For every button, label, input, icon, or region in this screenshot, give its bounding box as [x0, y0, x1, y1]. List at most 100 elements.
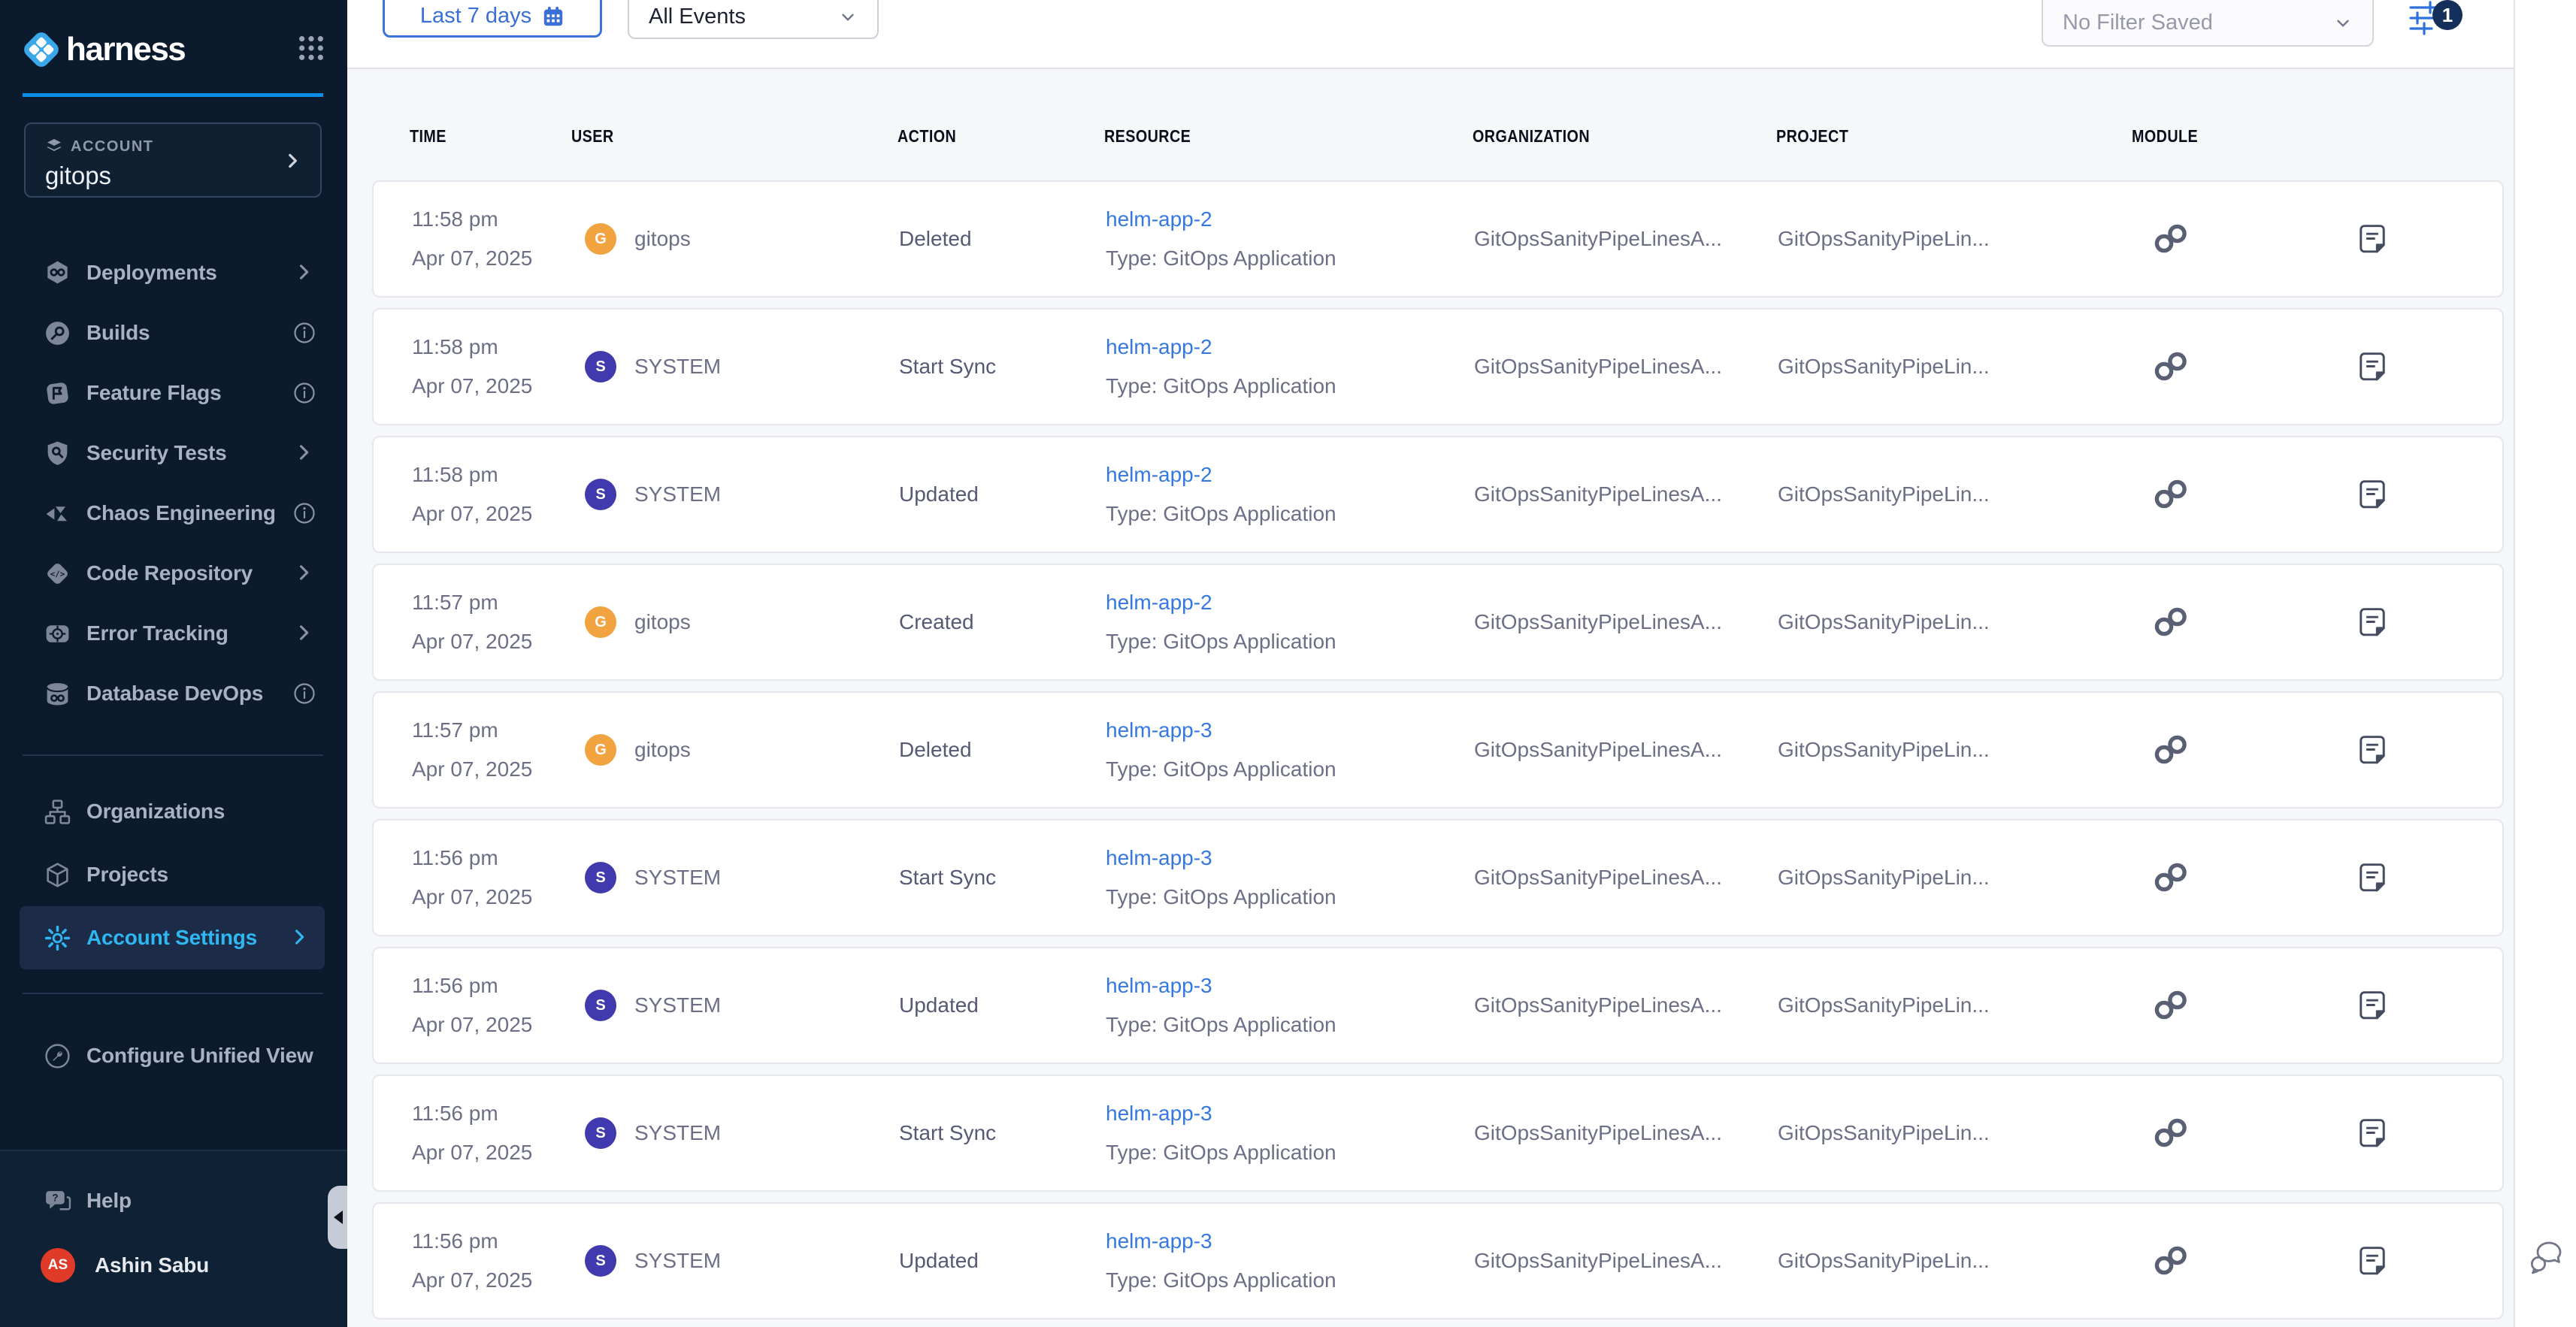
event-summary-button[interactable] [2358, 948, 2394, 1063]
resource-link[interactable]: helm-app-2 [1106, 455, 1336, 494]
resource-link[interactable]: helm-app-3 [1106, 1094, 1336, 1133]
resource-link[interactable]: helm-app-3 [1106, 1222, 1336, 1261]
time-cell: 11:56 pmApr 07, 2025 [412, 1222, 532, 1300]
projects-icon [44, 861, 71, 889]
user-name: gitops [634, 610, 691, 634]
sidebar-item-account-settings[interactable]: Account Settings [20, 906, 325, 969]
sidebar-item-code-repository[interactable]: </> Code Repository [0, 543, 347, 603]
event-summary-button[interactable] [2358, 182, 2394, 296]
filter-bar: Last 7 days All Events [347, 0, 2514, 69]
user-cell: G gitops [585, 182, 691, 296]
resource-cell: helm-app-2 Type: GitOps Application [1106, 200, 1336, 278]
sidebar-item-error-tracking[interactable]: Error Tracking [0, 603, 347, 664]
code-repository-icon: </> [44, 560, 71, 588]
info-icon [293, 382, 316, 404]
resource-link[interactable]: helm-app-2 [1106, 200, 1336, 239]
chevron-right-icon [293, 442, 316, 464]
security-tests-icon [44, 440, 71, 467]
resource-link[interactable]: helm-app-2 [1106, 583, 1336, 622]
user-avatar: G [585, 734, 616, 766]
sidebar-item-organizations[interactable]: Organizations [0, 780, 347, 843]
date-range-button[interactable]: Last 7 days [383, 0, 602, 38]
info-icon [293, 322, 316, 344]
sidebar-item-configure-unified-view[interactable]: Configure Unified View [0, 1024, 347, 1087]
user-name: SYSTEM [634, 482, 721, 506]
gitops-module-icon [2154, 1204, 2188, 1318]
time-cell: 11:56 pmApr 07, 2025 [412, 1094, 532, 1172]
resource-link[interactable]: helm-app-3 [1106, 711, 1336, 750]
sidebar-item-label: Error Tracking [86, 621, 229, 645]
event-summary-button[interactable] [2358, 565, 2394, 679]
organization-cell: GitOpsSanityPipeLinesA... [1474, 821, 1722, 935]
event-summary-button[interactable] [2358, 310, 2394, 424]
resource-link[interactable]: helm-app-2 [1106, 328, 1336, 367]
sidebar-nav-modules: Deployments Builds Feature Flags Securit… [0, 243, 347, 724]
event-type-dropdown[interactable]: All Events [628, 0, 879, 39]
resource-link[interactable]: helm-app-3 [1106, 966, 1336, 1005]
sidebar-item-deployments[interactable]: Deployments [0, 243, 347, 303]
sidebar-item-security-tests[interactable]: Security Tests [0, 423, 347, 483]
svg-text:</>: </> [50, 569, 65, 579]
resource-cell: helm-app-2 Type: GitOps Application [1106, 455, 1336, 534]
chevron-down-icon [838, 8, 858, 27]
project-cell: GitOpsSanityPipeLin... [1778, 1204, 1990, 1318]
organization-cell: GitOpsSanityPipeLinesA... [1474, 437, 1722, 552]
sidebar-item-label: Organizations [86, 800, 225, 824]
action-cell: Created [899, 565, 974, 679]
chevron-right-icon [293, 261, 316, 284]
app-switcher-grid-icon[interactable] [298, 35, 325, 62]
column-header-module: MODULE [2132, 126, 2211, 147]
user-cell: G gitops [585, 565, 691, 679]
event-summary-button[interactable] [2358, 1076, 2394, 1190]
sidebar-item-builds[interactable]: Builds [0, 303, 347, 363]
event-summary-button[interactable] [2358, 693, 2394, 807]
resource-type: Type: GitOps Application [1106, 750, 1336, 789]
sidebar-item-label: Code Repository [86, 561, 253, 585]
user-avatar: S [585, 1117, 616, 1149]
resource-type: Type: GitOps Application [1106, 367, 1336, 406]
organization-cell: GitOpsSanityPipeLinesA... [1474, 693, 1722, 807]
resource-cell: helm-app-2 Type: GitOps Application [1106, 583, 1336, 661]
organization-cell: GitOpsSanityPipeLinesA... [1474, 1204, 1722, 1318]
sidebar-item-profile[interactable]: AS Ashin Sabu [0, 1234, 347, 1297]
sidebar-item-database-devops[interactable]: Database DevOps [0, 664, 347, 724]
resource-type: Type: GitOps Application [1106, 622, 1336, 661]
user-name: SYSTEM [634, 1121, 721, 1145]
action-cell: Updated [899, 948, 979, 1063]
user-avatar: S [585, 862, 616, 893]
event-type-value: All Events [649, 5, 746, 29]
column-header-resource: RESOURCE [1104, 126, 1207, 147]
sidebar-item-label: Help [86, 1189, 132, 1213]
calendar-icon [542, 5, 565, 28]
event-summary-button[interactable] [2358, 1204, 2394, 1318]
user-cell: S SYSTEM [585, 1204, 721, 1318]
sidebar-item-chaos-engineering[interactable]: Chaos Engineering [0, 483, 347, 543]
resource-cell: helm-app-3 Type: GitOps Application [1106, 711, 1336, 789]
sidebar-item-help[interactable]: ? Help [0, 1169, 347, 1232]
filter-count-badge: 1 [2432, 0, 2462, 30]
event-summary-button[interactable] [2358, 821, 2394, 935]
project-cell: GitOpsSanityPipeLin... [1778, 565, 1990, 679]
info-icon [293, 502, 316, 524]
chat-bubbles-icon[interactable] [2529, 1240, 2565, 1276]
audit-row: 11:57 pmApr 07, 2025 G gitops Deleted he… [372, 691, 2504, 809]
gitops-module-icon [2154, 1076, 2188, 1190]
project-cell: GitOpsSanityPipeLin... [1778, 1076, 1990, 1190]
user-name: gitops [634, 738, 691, 762]
wrench-circle-icon [44, 1042, 71, 1070]
user-avatar: G [585, 606, 616, 638]
audit-trail-page: harness ACCOUNT gitops [0, 0, 2576, 1327]
event-summary-button[interactable] [2358, 437, 2394, 552]
account-switcher[interactable]: ACCOUNT gitops [24, 122, 322, 198]
gitops-module-icon [2154, 437, 2188, 552]
resource-type: Type: GitOps Application [1106, 1261, 1336, 1300]
resource-link[interactable]: helm-app-3 [1106, 839, 1336, 878]
gitops-module-icon [2154, 821, 2188, 935]
sidebar-collapse-handle[interactable] [328, 1186, 348, 1249]
sidebar-item-projects[interactable]: Projects [0, 843, 347, 906]
sidebar: harness ACCOUNT gitops [0, 0, 347, 1327]
sidebar-item-feature-flags[interactable]: Feature Flags [0, 363, 347, 423]
saved-filter-dropdown[interactable]: No Filter Saved [2042, 0, 2374, 47]
help-chat-icon: ? [44, 1187, 71, 1215]
profile-avatar: AS [41, 1248, 75, 1283]
